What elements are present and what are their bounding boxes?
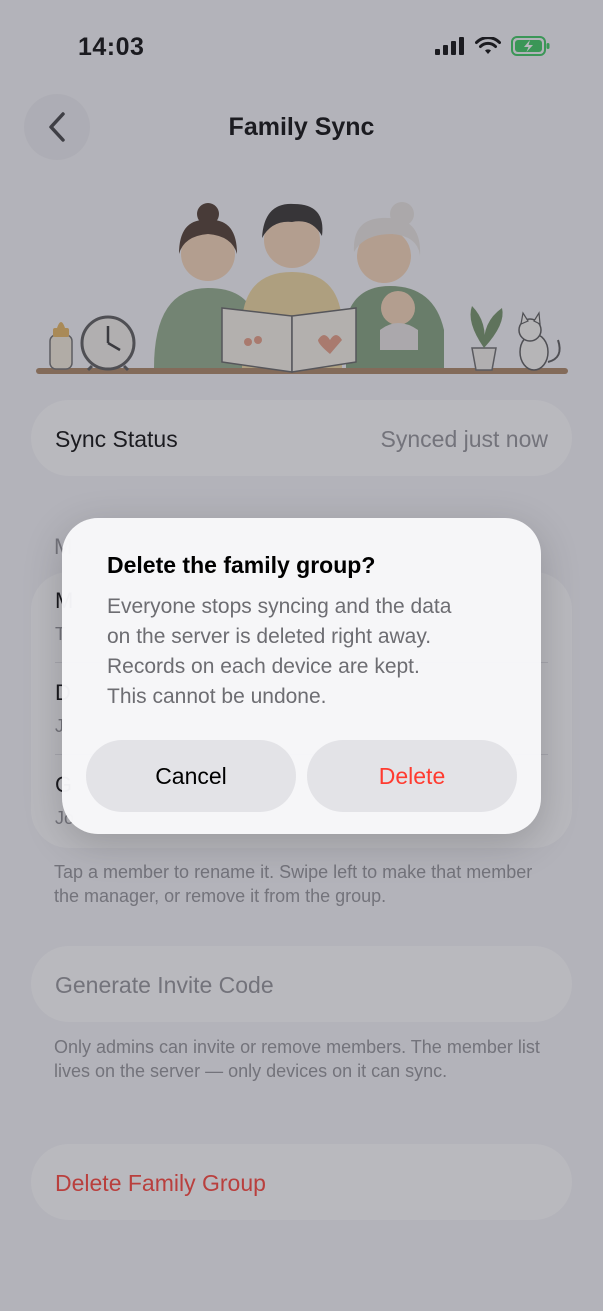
delete-button[interactable]: Delete [307, 740, 517, 812]
alert-message: Everyone stops syncing and the data on t… [107, 592, 507, 712]
alert-message-line: This cannot be undone. [107, 685, 327, 708]
alert-message-line: Records on each device are kept. [107, 655, 420, 678]
alert-message-line: on the server is deleted right away. [107, 625, 432, 648]
delete-confirmation-alert: Delete the family group? Everyone stops … [62, 518, 541, 834]
alert-title: Delete the family group? [107, 552, 376, 578]
alert-message-line: Everyone stops syncing and the data [107, 595, 452, 618]
cancel-button[interactable]: Cancel [86, 740, 296, 812]
